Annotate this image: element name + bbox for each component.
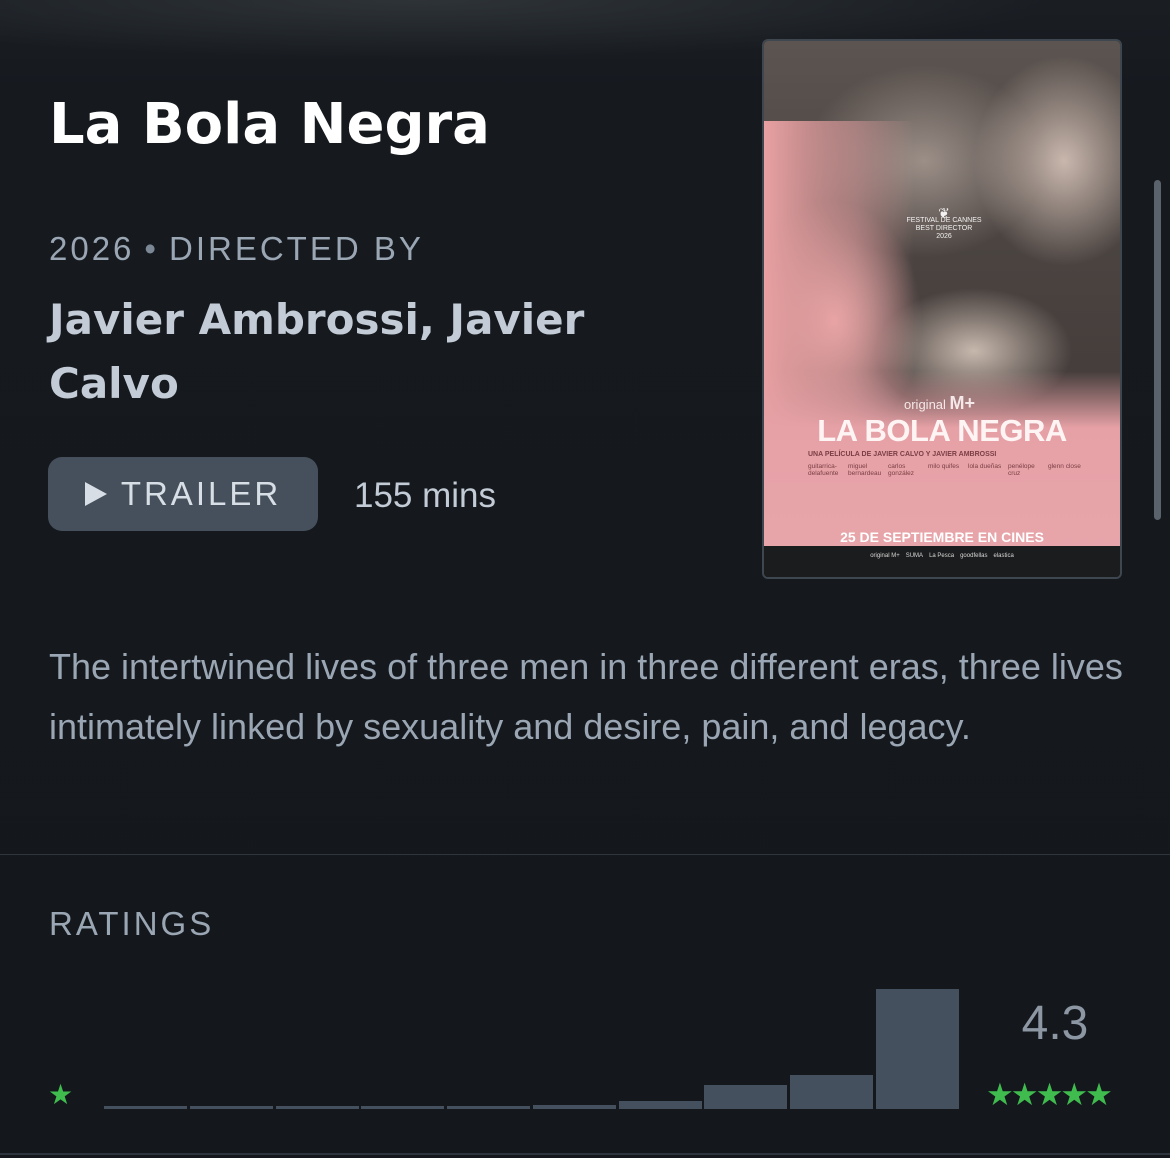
poster-cast: guitarrica-delafuente miguel bernardeau … <box>808 463 1088 477</box>
cast-name: guitarrica-delafuente <box>808 463 839 477</box>
separator-dot: • <box>144 230 159 267</box>
film-page: La Bola Negra 2026 • DIRECTED BY Javier Am… <box>0 0 1170 1158</box>
five-stars-icon: ★★★★★ <box>986 1077 1113 1112</box>
brand-text: original <box>904 397 946 412</box>
logo: original M+ <box>870 553 900 559</box>
histogram-bar[interactable] <box>447 1106 531 1109</box>
cast-name: miguel bernardeau <box>848 463 882 477</box>
histogram-bar[interactable] <box>104 1106 187 1109</box>
synopsis: The intertwined lives of three men in th… <box>49 646 1123 747</box>
film-title: La Bola Negra <box>49 92 490 157</box>
ratings-heading: RATINGS <box>49 905 215 942</box>
film-poster[interactable]: ❦ FESTIVAL DE CANNES BEST DIRECTOR 2026 … <box>762 39 1122 579</box>
cast-name: penélope cruz <box>1008 463 1035 477</box>
cast-name: lola dueñas <box>968 463 1002 470</box>
histogram-bar[interactable] <box>189 1106 273 1109</box>
cast-name: carlos gonzález <box>888 463 915 477</box>
scrollbar[interactable] <box>1154 180 1161 520</box>
festival-award: BEST DIRECTOR <box>915 225 973 232</box>
poster-release-date: 25 DE SEPTIEMBRE EN CINES <box>840 529 1044 545</box>
histogram-bar[interactable] <box>876 989 959 1109</box>
cast-name: milo quifes <box>928 463 960 470</box>
release-year[interactable]: 2026 <box>49 230 134 267</box>
histogram-bar[interactable] <box>790 1075 874 1109</box>
directors-link[interactable]: Javier Ambrossi, Javier Calvo <box>49 288 629 416</box>
histogram-bar[interactable] <box>532 1105 616 1109</box>
festival-year: 2026 <box>936 233 952 240</box>
film-meta: 2026 • DIRECTED BY <box>49 230 424 268</box>
trailer-button[interactable]: TRAILER <box>48 457 318 531</box>
logo: elastica <box>993 553 1014 559</box>
average-rating[interactable]: 4.3 <box>1000 996 1110 1051</box>
bottom-divider <box>0 1153 1170 1155</box>
poster-logos: original M+ SUMA La Pesca goodfellas ela… <box>764 553 1120 559</box>
cannes-laurel: ❦ FESTIVAL DE CANNES BEST DIRECTOR 2026 <box>894 205 994 241</box>
histogram-bar[interactable] <box>275 1106 359 1109</box>
poster-title: LA BOLA NEGRA <box>817 413 1067 448</box>
brand-mark: M+ <box>949 393 976 413</box>
play-icon <box>84 482 107 506</box>
ratings-histogram[interactable] <box>104 985 959 1109</box>
poster-brand: original M+ <box>904 393 975 414</box>
trailer-label: TRAILER <box>120 475 282 512</box>
histogram-bar[interactable] <box>704 1085 788 1109</box>
poster-footer <box>764 546 1120 577</box>
logo: SUMA <box>905 553 924 559</box>
festival-name: FESTIVAL DE CANNES <box>906 217 982 224</box>
histogram-bar[interactable] <box>361 1106 445 1109</box>
cast-name: glenn close <box>1048 463 1081 470</box>
logo: goodfellas <box>960 553 988 559</box>
one-star-icon: ★ <box>48 1079 74 1110</box>
histogram-bar[interactable] <box>618 1101 702 1109</box>
runtime: 155 mins <box>354 476 497 515</box>
divider <box>0 854 1170 855</box>
poster-subtitle: UNA PELÍCULA DE JAVIER CALVO Y JAVIER AM… <box>808 451 997 458</box>
directed-by-label: DIRECTED BY <box>168 230 424 267</box>
palm-icon: ❦ <box>938 205 950 221</box>
logo: La Pesca <box>929 553 955 559</box>
